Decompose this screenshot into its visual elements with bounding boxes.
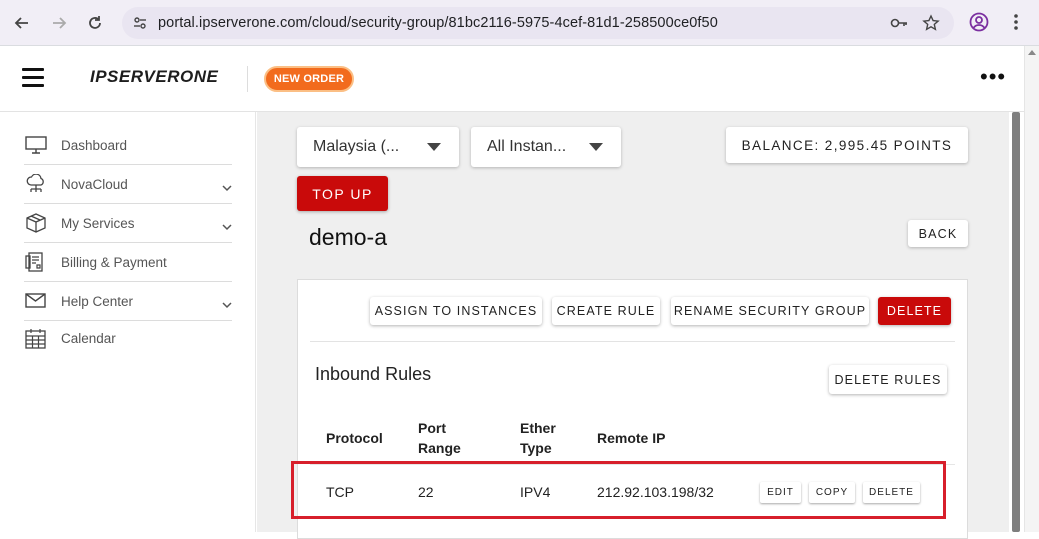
column-header-ether-type-line1: Ether xyxy=(520,420,556,436)
divider xyxy=(310,341,955,342)
calendar-icon xyxy=(24,328,48,349)
create-rule-button[interactable]: CREATE RULE xyxy=(552,297,660,325)
column-header-remote-ip: Remote IP xyxy=(597,430,666,446)
receipt-icon xyxy=(24,252,48,272)
address-bar[interactable]: portal.ipserverone.com/cloud/security-gr… xyxy=(122,7,954,39)
url-text[interactable]: portal.ipserverone.com/cloud/security-gr… xyxy=(158,15,718,31)
chevron-down-icon[interactable] xyxy=(222,179,232,197)
delete-security-group-button[interactable]: DELETE xyxy=(878,297,951,325)
new-order-button[interactable]: NEW ORDER xyxy=(264,66,354,92)
column-header-protocol: Protocol xyxy=(326,430,383,446)
key-icon[interactable] xyxy=(890,15,908,36)
column-header-port-range-line1: Port xyxy=(418,420,446,436)
page-scrollbar[interactable] xyxy=(1024,46,1039,532)
header-divider xyxy=(247,66,248,92)
sidebar-item-dashboard[interactable]: Dashboard xyxy=(24,126,232,165)
hamburger-menu-icon[interactable] xyxy=(22,68,44,88)
page-title: demo-a xyxy=(309,224,387,250)
browser-toolbar: portal.ipserverone.com/cloud/security-gr… xyxy=(0,0,1039,46)
sidebar-item-billing[interactable]: Billing & Payment xyxy=(24,243,232,282)
more-options-icon[interactable]: ••• xyxy=(980,66,1006,88)
column-header-port-range: Port Range xyxy=(418,418,461,458)
inbound-rules-title: Inbound Rules xyxy=(315,364,432,384)
rename-security-group-button[interactable]: RENAME SECURITY GROUP xyxy=(671,297,869,325)
content-scrollbar[interactable] xyxy=(1012,112,1020,532)
bookmark-star-icon[interactable] xyxy=(922,14,940,37)
sidebar-item-label: Help Center xyxy=(61,293,134,309)
back-button[interactable]: BACK xyxy=(908,220,968,247)
column-header-port-range-line2: Range xyxy=(418,440,461,456)
forward-arrow-icon[interactable] xyxy=(47,11,71,35)
sidebar-item-my-services[interactable]: My Services xyxy=(24,204,232,243)
highlight-box xyxy=(291,461,946,519)
sidebar-item-label: My Services xyxy=(61,215,135,231)
sidebar-item-label: Calendar xyxy=(61,331,116,346)
region-select-value: Malaysia (... xyxy=(313,138,400,155)
column-header-ether-type-line2: Type xyxy=(520,440,552,456)
site-settings-icon[interactable] xyxy=(132,15,148,36)
sidebar-item-calendar[interactable]: Calendar xyxy=(24,319,232,358)
browser-menu-icon[interactable] xyxy=(1006,11,1026,38)
caret-down-icon xyxy=(427,143,441,151)
app-header: IPSERVERONE NEW ORDER ••• xyxy=(0,46,1024,112)
chevron-down-icon[interactable] xyxy=(222,218,232,236)
sidebar-item-label: Billing & Payment xyxy=(61,254,167,270)
top-up-button[interactable]: TOP UP xyxy=(297,176,388,211)
caret-down-icon xyxy=(589,143,603,151)
chevron-down-icon[interactable] xyxy=(222,296,232,314)
delete-rules-button[interactable]: DELETE RULES xyxy=(829,365,947,394)
region-select[interactable]: Malaysia (... xyxy=(297,127,459,167)
instance-select[interactable]: All Instan... xyxy=(471,127,621,167)
sidebar-item-label: Dashboard xyxy=(61,137,128,153)
cloud-network-icon xyxy=(24,174,48,194)
instance-select-value: All Instan... xyxy=(487,138,567,155)
ipserverone-logo[interactable]: IPSERVERONE xyxy=(90,67,218,87)
profile-icon[interactable] xyxy=(968,11,990,38)
assign-to-instances-button[interactable]: ASSIGN TO INSTANCES xyxy=(370,297,542,325)
sidebar-item-help-center[interactable]: Help Center xyxy=(24,282,232,321)
column-header-ether-type: Ether Type xyxy=(520,418,556,458)
monitor-icon xyxy=(24,135,48,155)
mail-icon xyxy=(24,291,48,311)
balance-badge[interactable]: BALANCE: 2,995.45 POINTS xyxy=(726,127,968,163)
sidebar-item-novacloud[interactable]: NovaCloud xyxy=(24,165,232,204)
back-arrow-icon[interactable] xyxy=(10,11,34,35)
reload-icon[interactable] xyxy=(83,11,107,35)
sidebar-item-label: NovaCloud xyxy=(61,176,128,192)
box-icon xyxy=(24,213,48,233)
sidebar: Dashboard NovaCloud My Services Billing … xyxy=(0,112,256,532)
